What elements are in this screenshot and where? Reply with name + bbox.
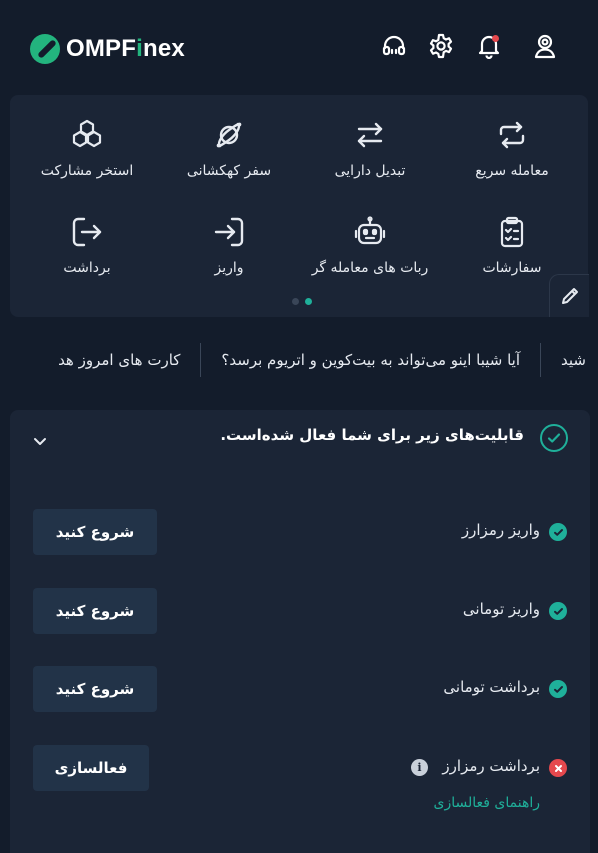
features-card-title: قابلیت‌های زیر برای شما فعال شده‌است. [220, 426, 524, 444]
orders-clipboard-icon [492, 212, 532, 252]
brand-name: OMPFinex [66, 35, 185, 62]
pool-cubes-icon [67, 115, 107, 155]
enabled-features-card: قابلیت‌های زیر برای شما فعال شده‌است. وا… [10, 410, 590, 853]
trading-bots-tile[interactable]: ربات های معامله گر [298, 212, 442, 302]
withdraw-label: برداشت [63, 260, 111, 276]
robot-icon [350, 212, 390, 252]
feature-label: واریز رمزارز [461, 521, 540, 539]
settings-gear-icon[interactable] [426, 31, 456, 61]
withdraw-icon [67, 212, 107, 252]
support-headset-icon[interactable] [379, 31, 409, 61]
feature-label: واریز تومانی [462, 600, 540, 618]
start-button[interactable]: شروع کنید [33, 588, 157, 634]
feature-row-toman-withdraw: برداشت تومانی شروع کنید [10, 666, 590, 714]
asset-convert-label: تبدیل دارایی [334, 163, 406, 179]
ticker-item[interactable]: آیا شیبا اینو می‌تواند به بیت‌کوین و اتر… [201, 351, 540, 369]
ticker-divider [540, 343, 542, 377]
deposit-icon [209, 212, 249, 252]
planet-icon [209, 115, 249, 155]
deposit-label: واریز [214, 260, 244, 276]
quick-trade-icon [492, 115, 532, 155]
ticker-item[interactable]: کارت های امروز هد [38, 351, 200, 369]
galaxy-journey-label: سفر کهکشانی [186, 163, 272, 179]
success-check-icon [549, 602, 567, 620]
carousel-dot-1[interactable] [292, 298, 299, 305]
chevron-down-icon[interactable] [30, 431, 50, 451]
ticker-item[interactable]: شید [541, 351, 598, 369]
feature-row-crypto-deposit: واریز رمزارز شروع کنید [10, 509, 590, 557]
feature-label: برداشت رمزارز [442, 757, 540, 775]
info-icon[interactable]: i [411, 759, 428, 776]
withdraw-tile[interactable]: برداشت [15, 212, 159, 302]
start-button[interactable]: شروع کنید [33, 666, 157, 712]
quick-trade-tile[interactable]: معامله سریع [440, 115, 584, 205]
ticker-divider [200, 343, 202, 377]
orders-label: سفارشات [482, 260, 542, 276]
news-ticker: شید آیا شیبا اینو می‌تواند به بیت‌کوین و… [0, 335, 598, 385]
brand-logo-mark-icon [30, 34, 60, 64]
app-header: OMPFinex [0, 0, 598, 95]
pencil-icon [561, 288, 578, 304]
success-check-icon [549, 523, 567, 541]
feature-row-toman-deposit: واریز تومانی شروع کنید [10, 588, 590, 636]
success-check-icon [549, 680, 567, 698]
notification-badge [492, 35, 499, 42]
activate-button[interactable]: فعالسازی [33, 745, 149, 791]
quick-trade-label: معامله سریع [475, 163, 549, 179]
carousel-dot-2-active[interactable] [305, 298, 312, 305]
edit-shortcuts-button[interactable] [549, 274, 589, 317]
brand-logo[interactable]: OMPFinex [30, 34, 185, 64]
notification-bell-icon[interactable] [474, 31, 504, 61]
pool-tile[interactable]: استخر مشارکت [15, 115, 159, 205]
quick-actions-panel: معامله سریع تبدیل دارایی سفر کهکشانی است… [10, 95, 588, 317]
galaxy-journey-tile[interactable]: سفر کهکشانی [157, 115, 301, 205]
trading-bots-label: ربات های معامله گر [311, 260, 429, 276]
user-profile-icon[interactable] [530, 31, 560, 61]
check-circle-icon [540, 424, 568, 452]
feature-label: برداشت تومانی [443, 678, 540, 696]
carousel-pagination [292, 298, 312, 305]
deposit-tile[interactable]: واریز [157, 212, 301, 302]
asset-convert-icon [350, 115, 390, 155]
asset-convert-tile[interactable]: تبدیل دارایی [298, 115, 442, 205]
start-button[interactable]: شروع کنید [33, 509, 157, 555]
activation-guide-link[interactable]: راهنمای فعالسازی [434, 795, 540, 811]
error-x-icon [549, 759, 567, 777]
features-card-header[interactable]: قابلیت‌های زیر برای شما فعال شده‌است. [10, 410, 590, 466]
feature-row-crypto-withdraw: برداشت رمزارز i فعالسازی راهنمای فعالساز… [10, 745, 590, 825]
pool-label: استخر مشارکت [40, 163, 134, 179]
